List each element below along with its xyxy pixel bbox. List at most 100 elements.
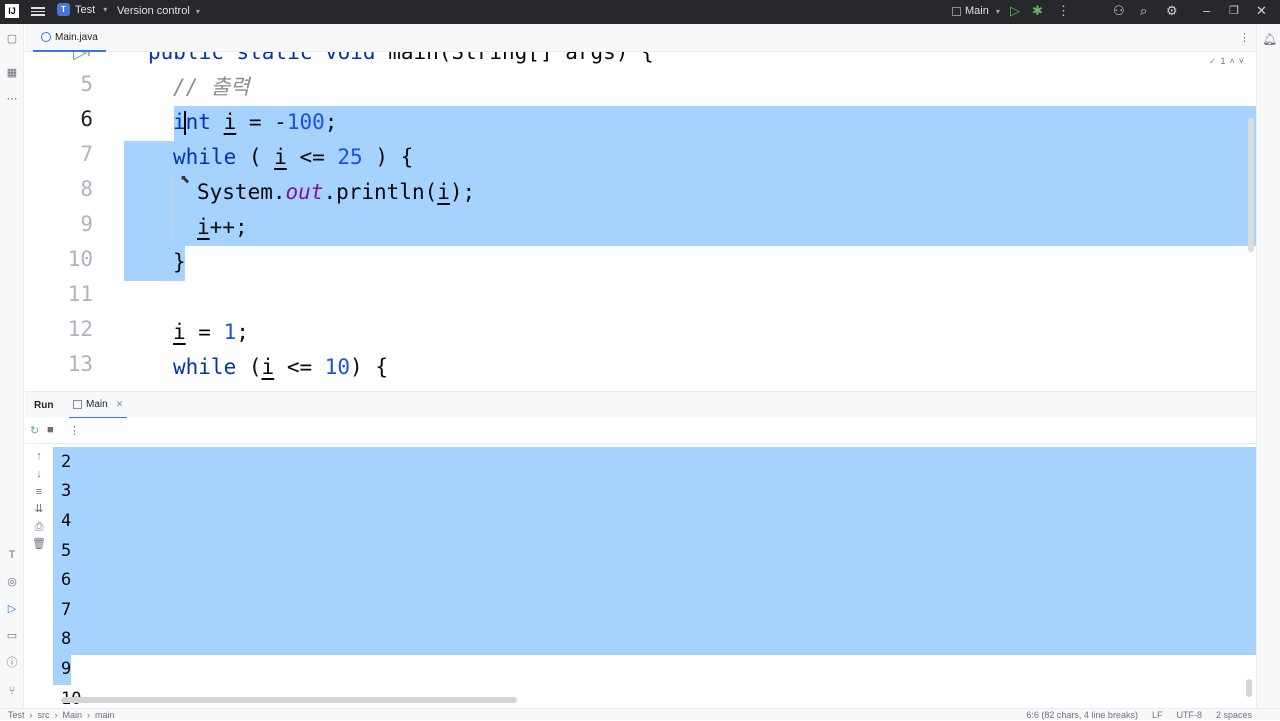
intellij-logo-icon[interactable]: IJ — [5, 4, 19, 18]
scroll-up-icon[interactable]: ↑ — [32, 449, 46, 463]
text-caret — [184, 111, 186, 135]
services-icon[interactable]: ◎ — [5, 575, 19, 589]
run-tool-icon[interactable]: ▷ — [5, 602, 19, 616]
rerun-icon[interactable]: ↻ — [30, 424, 39, 437]
output-line: 6 — [61, 570, 72, 590]
close-tab-icon[interactable]: ✕ — [116, 399, 124, 410]
notifications-bell-icon[interactable]: 🔔︎ — [1262, 32, 1277, 46]
breadcrumb: Test › src › Main › main — [8, 709, 115, 721]
output-line: 2 — [61, 452, 72, 472]
chevron-right-icon: › — [87, 710, 91, 720]
right-tool-strip: 🔔︎ — [1256, 24, 1280, 708]
project-name: Test — [75, 3, 96, 16]
editor-vertical-scrollbar[interactable] — [1248, 118, 1254, 252]
console-output[interactable]: 2 3 4 5 6 7 8 9 10 — [53, 444, 1256, 708]
run-panel-header: Run Main ✕ — [25, 391, 1256, 419]
line-number: 8 — [80, 177, 93, 201]
line-number-gutter: 4 ▷ 5 6 7 8 9 10 11 12 13 — [25, 52, 123, 391]
clear-trash-icon[interactable]: 🗑︎ — [32, 537, 46, 551]
breadcrumb-class[interactable]: Main — [63, 709, 83, 721]
project-selector[interactable]: T Test ▾ — [57, 3, 107, 16]
check-icon: ✓ — [1208, 56, 1217, 66]
git-branch-icon[interactable]: ⑂ — [5, 684, 19, 698]
debug-icon[interactable]: ✱ — [1032, 4, 1043, 18]
code-line-4: public static void main(String[] args) { — [148, 52, 654, 64]
structure-icon[interactable]: ▦ — [5, 66, 19, 80]
code-editor[interactable]: 4 ▷ 5 6 7 8 9 10 11 12 13 public static … — [25, 52, 1256, 391]
code-line-8: System.out.println(i); — [197, 180, 476, 204]
breadcrumb-src[interactable]: src — [38, 709, 50, 721]
code-line-5: // 출력 — [173, 75, 250, 99]
tab-main-java[interactable]: Main.java — [33, 24, 106, 52]
run-icon[interactable]: ▷ — [1010, 4, 1020, 18]
line-separator[interactable]: LF — [1152, 709, 1163, 721]
chevron-up-icon[interactable]: ˄ — [1229, 56, 1234, 67]
chevron-down-icon: ▾ — [195, 7, 200, 16]
settings-gear-icon[interactable]: ⚙ — [1166, 4, 1178, 18]
chevron-down-icon: ▾ — [995, 6, 1000, 16]
line-number: 6 — [80, 107, 93, 131]
tab-options-icon[interactable]: ⋮ — [1239, 31, 1250, 44]
chevron-right-icon: › — [54, 710, 58, 720]
more-actions-icon[interactable]: ⋮ — [1057, 4, 1070, 18]
console-side-toolbar: ↑ ↓ ≡ ⇊ ⎙ 🗑︎ — [25, 444, 53, 708]
code-line-7: while ( i <= 25 ) { — [173, 145, 414, 169]
run-toolbar: ↻ ■ ⋮ — [25, 418, 1256, 444]
scroll-to-end-icon[interactable]: ⇊ — [32, 502, 46, 516]
add-user-icon[interactable]: ⚇ — [1113, 4, 1125, 18]
project-folder-icon[interactable]: ▢ — [5, 32, 19, 46]
line-number: 7 — [80, 142, 93, 166]
line-number: 9 — [80, 212, 93, 236]
status-right: 6:6 (82 chars, 4 line breaks) LF UTF-8 2… — [1026, 709, 1252, 721]
code-line-10: } — [173, 250, 186, 274]
caret-position[interactable]: 6:6 (82 chars, 4 line breaks) — [1026, 709, 1138, 721]
editor-tab-bar: Main.java ⋮ — [25, 24, 1256, 52]
java-class-icon — [41, 32, 51, 42]
more-actions-icon[interactable]: ⋮ — [69, 424, 80, 437]
config-icon — [952, 6, 961, 16]
chevron-right-icon: › — [29, 710, 33, 720]
vcs-selector[interactable]: Version control ▾ — [117, 5, 200, 17]
line-number: 11 — [67, 282, 93, 306]
indent-guide — [171, 177, 172, 237]
output-line: 3 — [61, 481, 72, 501]
line-number: 5 — [80, 72, 93, 96]
output-line: 10 — [61, 684, 81, 708]
line-number: 12 — [67, 317, 93, 341]
build-hammer-icon[interactable]: T — [5, 548, 19, 562]
file-encoding[interactable]: UTF-8 — [1176, 709, 1202, 721]
code-line-9: i++; — [197, 215, 248, 239]
indent-setting[interactable]: 2 spaces — [1216, 709, 1252, 721]
close-icon[interactable]: ✕ — [1256, 4, 1267, 18]
print-icon[interactable]: ⎙ — [32, 520, 46, 534]
mouse-cursor-icon: ⬉ — [180, 172, 191, 186]
output-line: 8 — [61, 629, 72, 649]
breadcrumb-project[interactable]: Test — [8, 709, 25, 721]
vcs-label: Version control — [117, 5, 190, 17]
run-tab-label: Main — [86, 399, 108, 410]
minimize-icon[interactable]: – — [1203, 4, 1210, 18]
console-horizontal-scrollbar[interactable] — [61, 697, 517, 703]
console-selection — [53, 447, 1256, 655]
run-config-selector[interactable]: Main ▾ — [952, 5, 1000, 17]
breadcrumb-method[interactable]: main — [95, 709, 115, 721]
soft-wrap-icon[interactable]: ≡ — [32, 485, 46, 499]
run-gutter-icon[interactable]: ▷ — [73, 52, 87, 63]
terminal-icon[interactable]: ▭ — [5, 629, 19, 643]
problems-icon[interactable]: ⓘ — [5, 656, 19, 670]
project-badge: T — [57, 3, 70, 16]
main-menu-icon[interactable] — [31, 5, 45, 19]
chevron-down-icon: ▾ — [103, 5, 108, 14]
inspection-widget[interactable]: ✓ 1 ˄ ˅ — [1209, 56, 1244, 67]
search-icon[interactable]: ⌕ — [1140, 4, 1147, 18]
chevron-down-icon[interactable]: ˅ — [1239, 56, 1244, 67]
tab-label: Main.java — [55, 31, 98, 43]
more-tools-icon[interactable]: ⋯ — [5, 92, 19, 106]
scroll-down-icon[interactable]: ↓ — [32, 467, 46, 481]
stop-icon[interactable]: ■ — [47, 424, 54, 436]
restore-icon[interactable]: ❐ — [1229, 4, 1239, 18]
run-tab-main[interactable]: Main ✕ — [69, 392, 128, 419]
output-line: 9 — [61, 659, 72, 679]
console-vertical-scrollbar[interactable] — [1246, 679, 1252, 697]
line-number: 10 — [67, 247, 93, 271]
